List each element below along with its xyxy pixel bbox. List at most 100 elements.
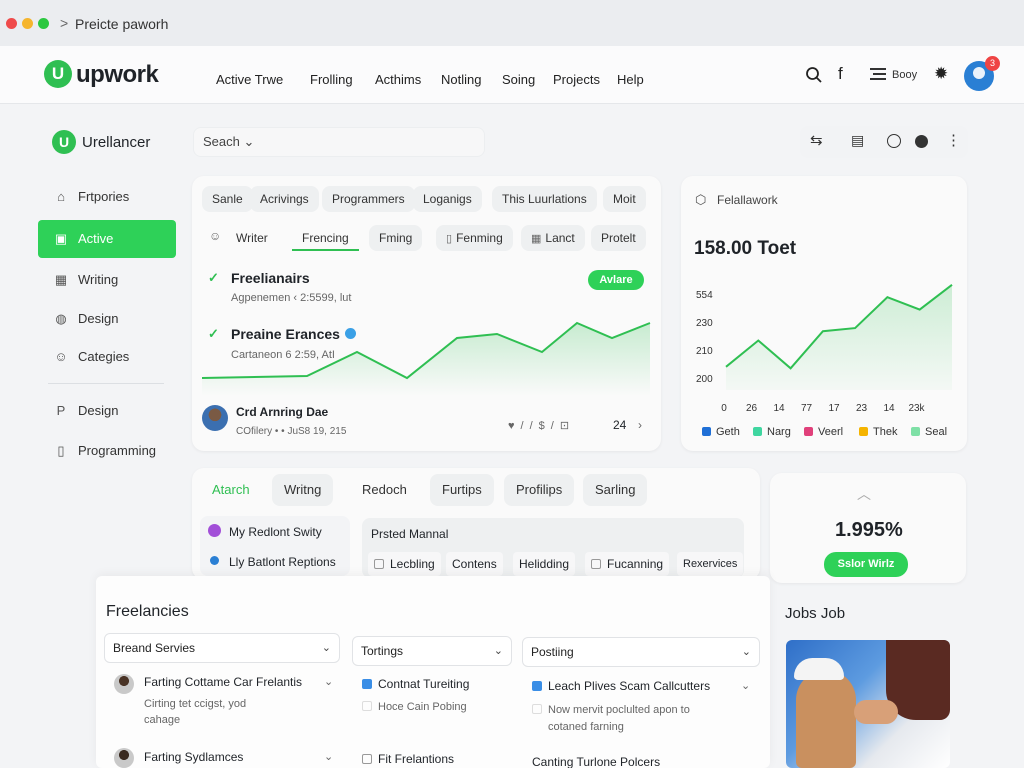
tab-sarling[interactable]: Sarling [583, 474, 648, 506]
action-icons[interactable]: ♥//$/⊡ [508, 419, 575, 432]
chevron-down-icon[interactable]: ⌄ [324, 750, 333, 763]
close-window-dot[interactable] [6, 18, 17, 29]
checkbox-item-1[interactable]: Contnat Tureiting [362, 677, 469, 691]
menu-icon[interactable] [870, 68, 886, 83]
sidebar-item-design-2[interactable]: Ρ Design [38, 392, 176, 430]
search-input[interactable]: Seach ⌄ [193, 127, 485, 157]
sidebar-item-label: Categies [78, 349, 130, 364]
legend-label: Seal [925, 426, 948, 438]
filter-chip-protelt[interactable]: Protelt [591, 225, 646, 251]
tab-furtips[interactable]: Furtips [430, 474, 494, 506]
filter-chip-moit[interactable]: Moit [603, 186, 646, 212]
swap-icon[interactable]: ⇆ [810, 131, 823, 149]
posted-chip-helidding[interactable]: Helidding [513, 552, 576, 576]
y-tick-label: 230 [696, 318, 713, 329]
tortings-select[interactable]: Tortings ⌄ [352, 636, 512, 666]
list-item-avatar [114, 674, 134, 694]
job-title-1[interactable]: Freelianairs [231, 270, 310, 286]
boy-label[interactable]: Boоy [892, 69, 917, 81]
legend-item[interactable]: Geth [702, 426, 740, 438]
checkbox[interactable] [591, 559, 601, 569]
posted-chip-contens[interactable]: Contens [446, 552, 503, 576]
chevron-right-icon[interactable]: > [60, 15, 68, 31]
chevron-right-icon[interactable]: › [638, 418, 642, 432]
checkbox[interactable] [362, 701, 372, 711]
mini-item-1[interactable]: My Redlont Swity [229, 525, 322, 539]
sidebar-item-categies[interactable]: ☺ Categies [38, 338, 176, 376]
filter-chip-sanle[interactable]: Sanle [202, 186, 253, 212]
user-small-icon: ☺ [209, 229, 222, 243]
avlare-badge[interactable]: Avlare [588, 270, 644, 290]
search-icon[interactable] [805, 66, 823, 87]
gear-icon[interactable]: ✹ [934, 64, 948, 84]
clipboard-icon[interactable]: ▤ [851, 132, 864, 149]
chevron-up-icon[interactable]: ︿ [857, 484, 871, 504]
filter-chip-loganigs[interactable]: Loganigs [413, 186, 482, 212]
jobs-job-photo[interactable] [786, 640, 950, 768]
nav-notling[interactable]: Notling [441, 72, 481, 87]
maximize-window-dot[interactable] [38, 18, 49, 29]
sidebar-item-active[interactable]: ▣ Active [38, 220, 176, 258]
posted-chip-rexervices[interactable]: Rexervices [677, 552, 744, 576]
tab-writng[interactable]: Writng [272, 474, 334, 506]
checkbox[interactable] [362, 679, 372, 689]
sidebar-item-label: Design [78, 403, 119, 418]
mini-item-2[interactable]: Lly Batlont Reptions [229, 555, 336, 569]
post-item-1[interactable]: Leach Plives Scam Callcutters [532, 679, 710, 693]
filter-chip-fenming[interactable]: ▯ Fenming [436, 225, 513, 251]
filter-chip-acrivings[interactable]: Acrivings [250, 186, 319, 212]
checkbox[interactable] [374, 559, 384, 569]
tab-atarch[interactable]: Atarch [200, 474, 262, 506]
facebook-icon[interactable]: f [838, 64, 843, 84]
nav-frolling[interactable]: Frolling [310, 72, 353, 87]
filter-chip-frencing[interactable]: Frencing [292, 225, 359, 251]
checkbox[interactable] [532, 681, 542, 691]
posted-chip-fucanning[interactable]: Fucanning [585, 552, 670, 576]
postiing-select[interactable]: Postiing ⌄ [522, 637, 760, 667]
minimize-window-dot[interactable] [22, 18, 33, 29]
stats-title: Felallawork [717, 193, 778, 207]
sidebar-item-frtpories[interactable]: ⌂ Frtpories [38, 178, 176, 216]
list-item-title[interactable]: Farting Cottame Car Frelantis [144, 675, 302, 689]
filter-chip-fming[interactable]: Fming [369, 225, 423, 251]
person-name[interactable]: Crd Arnring Dae [236, 405, 328, 419]
legend-swatch [859, 427, 868, 436]
list-item-title[interactable]: Farting Sydlamces [144, 750, 243, 764]
legend-item[interactable]: Seal [911, 426, 947, 438]
checkbox[interactable] [362, 754, 372, 764]
person-avatar[interactable] [202, 405, 228, 431]
chevron-down-icon[interactable]: ⌄ [324, 675, 333, 688]
stat2-button[interactable]: Sslor Wirlz [824, 552, 908, 577]
nav-active-trwe[interactable]: Active Trwe [216, 72, 283, 87]
sidebar-item-writing[interactable]: ▦ Writing [38, 261, 176, 299]
checkbox-item-2[interactable]: Hoce Cain Pobing [362, 701, 467, 713]
x-tick-label: 26 [746, 403, 758, 414]
nav-help[interactable]: Help [617, 72, 644, 87]
chevron-down-icon[interactable]: ⌄ [741, 679, 750, 692]
sidebar-item-programming[interactable]: ▯ Programming [38, 432, 176, 470]
nav-soing[interactable]: Soing [502, 72, 535, 87]
help-icon[interactable] [915, 135, 928, 148]
breand-servies-select[interactable]: Breand Servies ⌄ [104, 633, 340, 663]
post-item-title: Leach Plives Scam Callcutters [548, 679, 711, 693]
filter-chip-lanct[interactable]: ▦ Lanct [521, 225, 585, 251]
y-tick-label: 554 [696, 290, 713, 301]
filter-chip-programmers[interactable]: Programmers [322, 186, 415, 212]
sidebar-item-design[interactable]: ◍ Design [38, 300, 176, 338]
checkbox[interactable] [532, 704, 542, 714]
legend-item[interactable]: Narg [753, 426, 791, 438]
legend-item[interactable]: Thek [859, 426, 897, 438]
legend-label: Thek [873, 426, 898, 438]
info-icon[interactable] [887, 134, 901, 148]
checkbox-item-3[interactable]: Fit Frelantions [362, 752, 454, 766]
more-vertical-icon[interactable]: ⋮ [946, 131, 961, 149]
post-item-title-2[interactable]: Canting Turlone Polcers [532, 755, 660, 768]
posted-chip-lecbling[interactable]: Lecbling [368, 552, 441, 576]
tab-redoch[interactable]: Redoch [350, 474, 419, 506]
nav-projects[interactable]: Projects [553, 72, 600, 87]
filter-chip-this-luurlations[interactable]: This Luurlations [492, 186, 597, 212]
legend-item[interactable]: Veerl [804, 426, 843, 438]
tab-profilips[interactable]: Profilips [504, 474, 575, 506]
filter-chip-writer[interactable]: Writer [226, 225, 278, 251]
nav-acthims[interactable]: Acthims [375, 72, 421, 87]
